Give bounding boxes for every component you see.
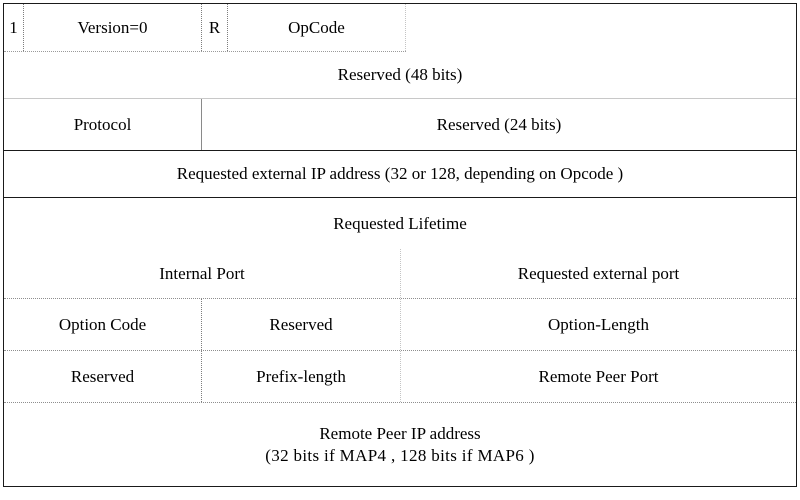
packet-header-table: 1 Version=0 R OpCode Reserved (48 bits) … xyxy=(3,3,797,487)
field-option-length-label: Option-Length xyxy=(547,314,650,334)
diagram-page: 1 Version=0 R OpCode Reserved (48 bits) … xyxy=(0,0,800,500)
field-request-response-bit: R xyxy=(202,4,228,51)
field-option-code-label: Option Code xyxy=(58,314,147,334)
field-reserved-24-label: Reserved (24 bits) xyxy=(436,114,562,134)
field-opcode-label: OpCode xyxy=(288,17,345,37)
table-row-flags: 1 Version=0 R OpCode xyxy=(4,4,796,52)
field-remote-peer-ip-line2: (32 bits if MAP4 , 128 bits if MAP6 ) xyxy=(265,445,535,465)
field-option-reserved-label: Reserved xyxy=(269,314,333,334)
field-prefix-length: Prefix-length xyxy=(202,351,401,402)
field-reserved-bit: 1 xyxy=(4,4,24,51)
field-reserved-24: Reserved (24 bits) xyxy=(202,99,796,150)
table-row-remote-peer-ip: Remote Peer IP address (32 bits if MAP4 … xyxy=(4,403,796,486)
field-option-code: Option Code xyxy=(4,299,202,350)
field-option-reserved: Reserved xyxy=(202,299,401,350)
field-remote-peer-port-label: Remote Peer Port xyxy=(538,366,659,386)
field-requested-external-ip-label: Requested external IP address (32 or 128… xyxy=(176,164,624,184)
field-reserved-48: Reserved (48 bits) xyxy=(4,51,796,98)
field-version-label: Version=0 xyxy=(77,17,148,37)
field-requested-external-port: Requested external port xyxy=(401,249,796,298)
field-requested-lifetime: Requested Lifetime xyxy=(4,198,796,249)
field-reserved-48-label: Reserved (48 bits) xyxy=(337,64,463,84)
field-remote-peer-ip: Remote Peer IP address (32 bits if MAP4 … xyxy=(4,403,796,486)
field-opcode: OpCode xyxy=(228,4,406,51)
table-row-ports: Internal Port Requested external port xyxy=(4,249,796,299)
field-requested-external-ip: Requested external IP address (32 or 128… xyxy=(4,151,796,197)
field-prefix-reserved: Reserved xyxy=(4,351,202,402)
field-remote-peer-port: Remote Peer Port xyxy=(401,351,796,402)
table-row-protocol: Protocol Reserved (24 bits) xyxy=(4,99,796,151)
field-internal-port: Internal Port xyxy=(4,249,401,298)
field-request-response-bit-label: R xyxy=(208,17,221,37)
field-protocol: Protocol xyxy=(4,99,202,150)
table-row-requested-lifetime: Requested Lifetime xyxy=(4,198,796,249)
field-internal-port-label: Internal Port xyxy=(159,263,245,283)
field-protocol-label: Protocol xyxy=(73,114,132,134)
table-row-prefix: Reserved Prefix-length Remote Peer Port xyxy=(4,351,796,403)
field-version: Version=0 xyxy=(24,4,202,51)
table-row-requested-external-ip: Requested external IP address (32 or 128… xyxy=(4,151,796,198)
field-prefix-length-label: Prefix-length xyxy=(256,366,346,386)
field-requested-external-port-label: Requested external port xyxy=(517,263,680,283)
field-prefix-reserved-label: Reserved xyxy=(70,366,135,386)
table-row-reserved-48: Reserved (48 bits) xyxy=(4,51,796,99)
field-remote-peer-ip-line1: Remote Peer IP address xyxy=(319,424,481,444)
table-row-option: Option Code Reserved Option-Length xyxy=(4,299,796,351)
field-requested-lifetime-label: Requested Lifetime xyxy=(333,213,467,233)
field-option-length: Option-Length xyxy=(401,299,796,350)
field-reserved-bit-label: 1 xyxy=(9,17,18,37)
